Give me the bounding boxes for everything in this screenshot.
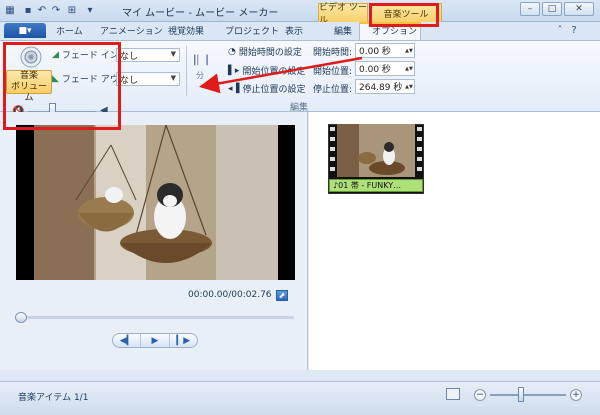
tab-animation[interactable]: アニメーション: [100, 24, 163, 37]
help-icon[interactable]: ?: [568, 24, 580, 36]
start-point-value: 0.00 秒: [359, 65, 391, 75]
set-end-icon: ◂▐: [228, 83, 240, 94]
context-tab-video-tools: ビデオ ツール: [318, 3, 368, 26]
play-icon[interactable]: ▶: [141, 334, 170, 347]
chevron-down-icon: ▼: [170, 74, 176, 82]
end-point-field[interactable]: 264.89 秒 ▲▼: [355, 79, 415, 94]
fade-in-value: なし: [120, 51, 139, 62]
start-point-label: 開始位置:: [313, 67, 353, 77]
film-perforation: [330, 147, 335, 151]
set-end-point-button[interactable]: ◂▐ 停止位置の設定: [228, 82, 306, 96]
start-time-field[interactable]: 0.00 秒 ▲▼: [355, 43, 415, 58]
seek-thumb[interactable]: [15, 312, 27, 323]
end-point-label: 停止位置:: [313, 85, 353, 95]
music-track-label: 01 帯 - FUNKY…: [338, 181, 402, 190]
zoom-slider-track[interactable]: [490, 394, 566, 396]
prev-frame-icon[interactable]: ◀▎: [113, 334, 142, 347]
app-icon: ▦: [5, 4, 15, 16]
film-perforation: [417, 167, 422, 171]
chevron-down-icon: ▼: [170, 50, 176, 58]
music-track-bar[interactable]: ♪ 01 帯 - FUNKY…: [329, 179, 423, 192]
film-perforation: [417, 137, 422, 141]
set-start-point-button[interactable]: ▌▸ 開始位置の設定: [228, 64, 306, 78]
film-perforation: [417, 147, 422, 151]
tab-home[interactable]: ホーム: [56, 24, 83, 37]
set-start-time-label: 開始時間の設定: [238, 48, 302, 58]
playback-controls: ◀▎ ▶ ▎▶: [112, 333, 198, 348]
fade-out-select[interactable]: なし ▼: [116, 72, 180, 86]
tab-visual-effects[interactable]: 視覚効果: [168, 24, 204, 37]
undo-icon[interactable]: ↶: [36, 4, 48, 16]
start-time-label: 開始時間:: [313, 48, 353, 58]
file-menu-button[interactable]: ■▾: [4, 23, 46, 38]
tab-view[interactable]: 表示: [285, 24, 303, 37]
end-point-value: 264.89 秒: [359, 83, 403, 93]
fade-in-select[interactable]: なし ▼: [116, 48, 180, 62]
save-icon[interactable]: ▪: [22, 4, 34, 16]
tab-project[interactable]: プロジェクト: [225, 24, 279, 37]
minimize-ribbon-icon[interactable]: ˄: [554, 24, 566, 36]
popout-icon[interactable]: ⬈: [276, 290, 288, 301]
set-start-point-label: 開始位置の設定: [242, 67, 306, 77]
tab-edit[interactable]: 編集: [334, 24, 352, 37]
zoom-in-icon[interactable]: +: [570, 389, 582, 401]
spinner-icon[interactable]: ▲▼: [405, 62, 413, 75]
film-perforation: [330, 167, 335, 171]
maximize-button[interactable]: □: [542, 2, 562, 16]
film-perforation: [330, 127, 335, 131]
spinner-icon[interactable]: ▲▼: [405, 44, 413, 57]
clip-thumbnail: [337, 124, 415, 177]
close-button[interactable]: ✕: [564, 2, 594, 16]
highlight-box-volume: [3, 42, 121, 130]
status-bar: [0, 381, 600, 415]
film-perforation: [330, 157, 335, 161]
zoom-out-icon[interactable]: −: [474, 389, 486, 401]
minimize-button[interactable]: –: [520, 2, 540, 16]
set-start-icon: ▌▸: [228, 65, 240, 76]
set-end-point-label: 停止位置の設定: [242, 85, 306, 95]
spinner-icon[interactable]: ▲▼: [405, 80, 413, 93]
start-point-field[interactable]: 0.00 秒 ▲▼: [355, 61, 415, 76]
film-perforation: [417, 157, 422, 161]
status-text: 音楽アイテム 1/1: [18, 393, 89, 403]
timecode: 00:00.00/00:02.76: [188, 290, 272, 300]
window-title: マイ ムービー - ムービー メーカー: [122, 8, 279, 19]
video-preview[interactable]: [16, 125, 295, 280]
highlight-box-music-tools: [369, 3, 439, 27]
customize-arrow-icon[interactable]: ▾: [84, 4, 96, 16]
seek-bar[interactable]: [16, 316, 294, 319]
layout-icon[interactable]: ⊞: [66, 4, 78, 16]
ribbon-separator: [186, 46, 187, 96]
fade-out-value: なし: [120, 75, 139, 86]
set-start-time-button[interactable]: ◔ 開始時間の設定: [228, 45, 302, 59]
zoom-slider-thumb[interactable]: [518, 387, 524, 402]
film-perforation: [330, 137, 335, 141]
clock-icon: ◔: [228, 46, 236, 57]
film-perforation: [417, 127, 422, 131]
split-label[interactable]: 分: [196, 70, 204, 81]
split-icon[interactable]: ┃▏┃: [192, 56, 218, 68]
next-frame-icon[interactable]: ▎▶: [170, 334, 197, 347]
redo-icon[interactable]: ↷: [50, 4, 62, 16]
start-time-value: 0.00 秒: [359, 47, 391, 57]
thumbnail-size-icon[interactable]: [446, 388, 460, 400]
